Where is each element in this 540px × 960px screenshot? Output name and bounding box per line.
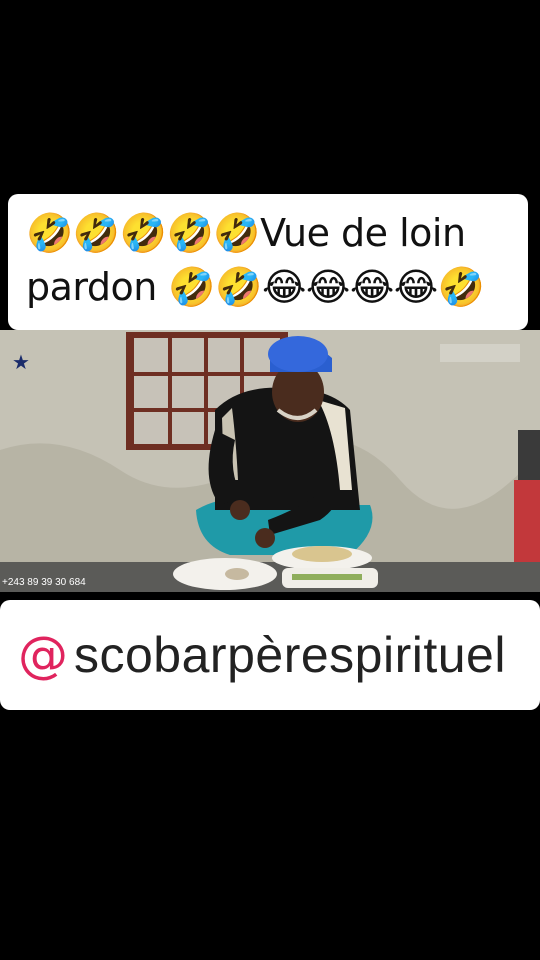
caption-line-2: pardon 🤣🤣😂😂😂😂🤣 bbox=[26, 265, 485, 309]
caption-line-1: 🤣🤣🤣🤣🤣Vue de loin bbox=[26, 211, 466, 255]
video-image bbox=[0, 330, 540, 592]
video-frame[interactable] bbox=[0, 330, 540, 592]
phone-overlay: +243 89 39 30 684 bbox=[2, 577, 86, 588]
star-icon: ★ bbox=[12, 350, 30, 374]
username[interactable]: scobarpèrespirituel bbox=[74, 626, 506, 684]
caption-box: 🤣🤣🤣🤣🤣Vue de loin pardon 🤣🤣😂😂😂😂🤣 bbox=[8, 194, 528, 330]
handle-box[interactable]: @ scobarpèrespirituel bbox=[0, 600, 540, 710]
at-symbol: @ bbox=[18, 626, 68, 684]
